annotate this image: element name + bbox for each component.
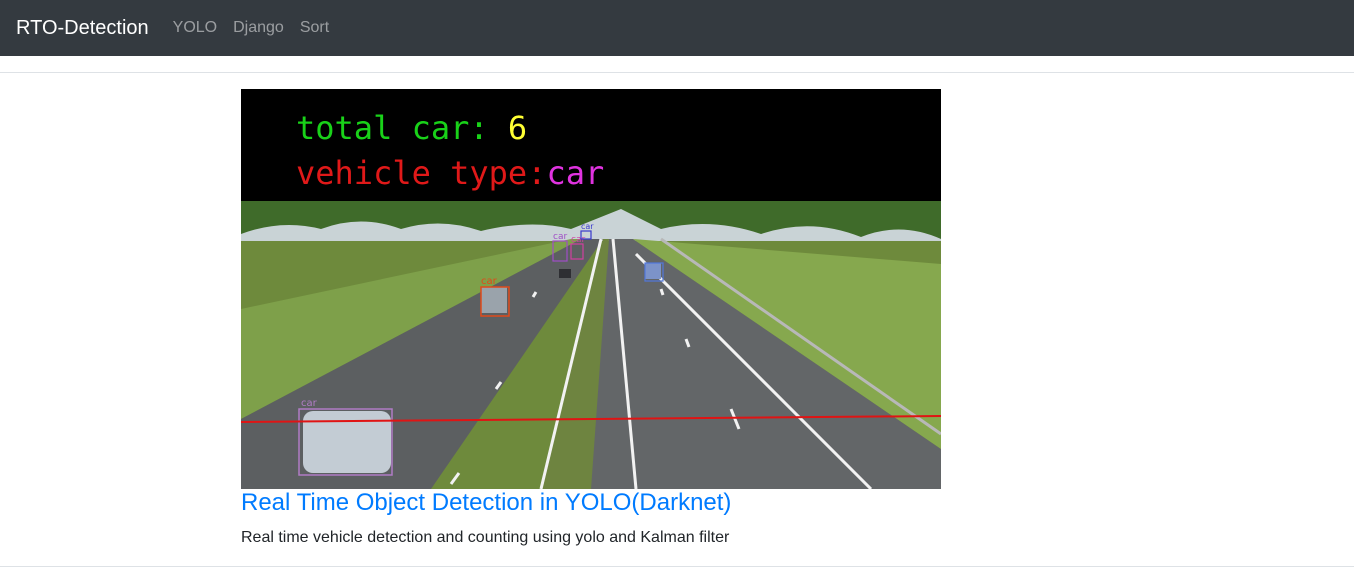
top-divider	[0, 72, 1354, 73]
car-shape	[559, 269, 571, 278]
video-frame: total car: 6 vehicle type:car car car ca…	[241, 89, 941, 489]
nav-link-django[interactable]: Django	[233, 19, 284, 37]
nav-link-yolo[interactable]: YOLO	[173, 19, 217, 37]
detection-label: car	[481, 276, 498, 287]
card-title-link[interactable]: Real Time Object Detection in YOLO(Darkn…	[241, 489, 731, 517]
card-description: Real time vehicle detection and counting…	[241, 529, 730, 546]
svg-text:vehicle type:car: vehicle type:car	[296, 154, 604, 192]
svg-text:total car: 6: total car: 6	[296, 109, 527, 147]
navbar: RTO-Detection YOLO Django Sort	[0, 0, 1354, 56]
vehicle-type-label: vehicle type:	[296, 154, 546, 192]
detection-label: car	[301, 398, 318, 409]
nav-link-sort[interactable]: Sort	[300, 19, 329, 37]
detection-label: car	[581, 222, 594, 231]
total-count-value: 6	[508, 109, 527, 147]
detection-video[interactable]: total car: 6 vehicle type:car car car ca…	[241, 89, 941, 489]
car-shape	[481, 287, 507, 313]
detection-label: car	[571, 235, 585, 245]
vehicle-type-value: car	[546, 154, 604, 192]
brand-link[interactable]: RTO-Detection	[16, 17, 149, 40]
car-shape	[645, 263, 661, 279]
total-count-label: total car:	[296, 109, 508, 147]
detection-label: car	[553, 232, 567, 242]
